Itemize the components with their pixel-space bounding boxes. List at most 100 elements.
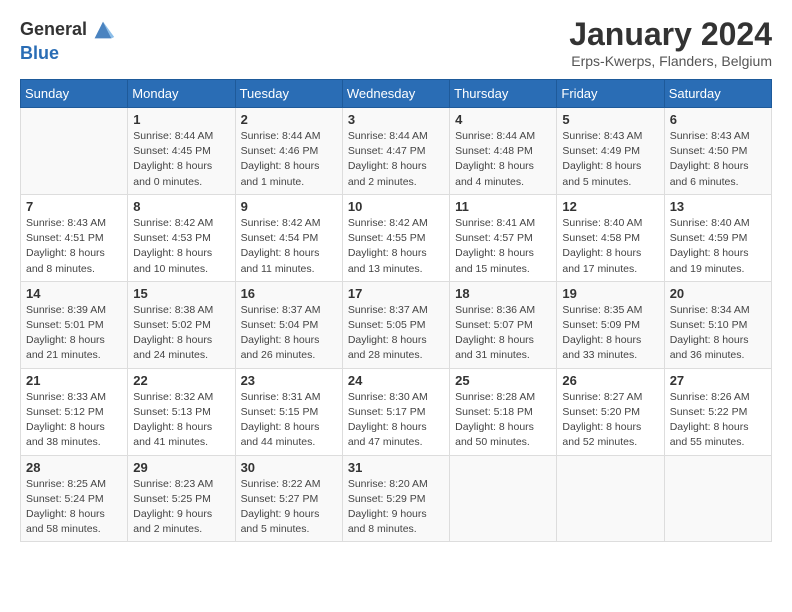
day-detail: Sunrise: 8:40 AMSunset: 4:58 PMDaylight:… [562,216,658,277]
day-detail: Sunrise: 8:44 AMSunset: 4:47 PMDaylight:… [348,129,444,190]
calendar-cell: 6 Sunrise: 8:43 AMSunset: 4:50 PMDaylight… [664,108,771,195]
day-number: 4 [455,112,551,127]
calendar-cell: 5 Sunrise: 8:43 AMSunset: 4:49 PMDaylight… [557,108,664,195]
logo: General Blue [20,16,117,64]
day-detail: Sunrise: 8:32 AMSunset: 5:13 PMDaylight:… [133,390,229,451]
logo-icon [89,16,117,44]
calendar-cell: 7 Sunrise: 8:43 AMSunset: 4:51 PMDaylight… [21,194,128,281]
day-number: 27 [670,373,766,388]
day-number: 17 [348,286,444,301]
calendar-week-1: 1 Sunrise: 8:44 AMSunset: 4:45 PMDaylight… [21,108,772,195]
calendar-cell: 18 Sunrise: 8:36 AMSunset: 5:07 PMDayligh… [450,281,557,368]
day-detail: Sunrise: 8:42 AMSunset: 4:54 PMDaylight:… [241,216,337,277]
day-number: 14 [26,286,122,301]
day-detail: Sunrise: 8:42 AMSunset: 4:55 PMDaylight:… [348,216,444,277]
weekday-header-wednesday: Wednesday [342,80,449,108]
location-subtitle: Erps-Kwerps, Flanders, Belgium [569,53,772,69]
day-detail: Sunrise: 8:43 AMSunset: 4:51 PMDaylight:… [26,216,122,277]
day-detail: Sunrise: 8:37 AMSunset: 5:04 PMDaylight:… [241,303,337,364]
day-number: 1 [133,112,229,127]
day-number: 7 [26,199,122,214]
day-detail: Sunrise: 8:35 AMSunset: 5:09 PMDaylight:… [562,303,658,364]
day-detail: Sunrise: 8:39 AMSunset: 5:01 PMDaylight:… [26,303,122,364]
day-number: 26 [562,373,658,388]
day-number: 12 [562,199,658,214]
day-detail: Sunrise: 8:26 AMSunset: 5:22 PMDaylight:… [670,390,766,451]
day-number: 6 [670,112,766,127]
day-detail: Sunrise: 8:43 AMSunset: 4:50 PMDaylight:… [670,129,766,190]
day-detail: Sunrise: 8:34 AMSunset: 5:10 PMDaylight:… [670,303,766,364]
day-detail: Sunrise: 8:44 AMSunset: 4:48 PMDaylight:… [455,129,551,190]
day-detail: Sunrise: 8:36 AMSunset: 5:07 PMDaylight:… [455,303,551,364]
day-number: 10 [348,199,444,214]
day-detail: Sunrise: 8:40 AMSunset: 4:59 PMDaylight:… [670,216,766,277]
day-number: 20 [670,286,766,301]
calendar-cell [557,455,664,542]
calendar-cell: 9Sunrise: 8:42 AMSunset: 4:54 PMDaylight… [235,194,342,281]
day-number: 2 [241,112,337,127]
calendar-table: SundayMondayTuesdayWednesdayThursdayFrid… [20,79,772,542]
calendar-cell: 11 Sunrise: 8:41 AMSunset: 4:57 PMDayligh… [450,194,557,281]
day-detail: Sunrise: 8:20 AMSunset: 5:29 PMDaylight:… [348,477,444,538]
calendar-cell [21,108,128,195]
calendar-week-5: 28 Sunrise: 8:25 AMSunset: 5:24 PMDayligh… [21,455,772,542]
day-number: 18 [455,286,551,301]
weekday-header-thursday: Thursday [450,80,557,108]
day-detail: Sunrise: 8:38 AMSunset: 5:02 PMDaylight:… [133,303,229,364]
day-detail: Sunrise: 8:27 AMSunset: 5:20 PMDaylight:… [562,390,658,451]
day-number: 11 [455,199,551,214]
day-number: 23 [241,373,337,388]
day-detail: Sunrise: 8:44 AMSunset: 4:45 PMDaylight:… [133,129,229,190]
day-number: 28 [26,460,122,475]
day-number: 5 [562,112,658,127]
calendar-cell: 15 Sunrise: 8:38 AMSunset: 5:02 PMDayligh… [128,281,235,368]
calendar-cell: 3 Sunrise: 8:44 AMSunset: 4:47 PMDaylight… [342,108,449,195]
calendar-cell: 17 Sunrise: 8:37 AMSunset: 5:05 PMDayligh… [342,281,449,368]
day-detail: Sunrise: 8:23 AMSunset: 5:25 PMDaylight:… [133,477,229,538]
calendar-cell: 8Sunrise: 8:42 AMSunset: 4:53 PMDaylight… [128,194,235,281]
calendar-cell: 29 Sunrise: 8:23 AMSunset: 5:25 PMDayligh… [128,455,235,542]
day-detail: Sunrise: 8:44 AMSunset: 4:46 PMDaylight:… [241,129,337,190]
logo-text: General [20,20,87,40]
weekday-header-saturday: Saturday [664,80,771,108]
day-number: 29 [133,460,229,475]
day-detail: Sunrise: 8:43 AMSunset: 4:49 PMDaylight:… [562,129,658,190]
day-number: 15 [133,286,229,301]
calendar-cell: 19 Sunrise: 8:35 AMSunset: 5:09 PMDayligh… [557,281,664,368]
calendar-cell: 23 Sunrise: 8:31 AMSunset: 5:15 PMDayligh… [235,368,342,455]
calendar-cell: 10 Sunrise: 8:42 AMSunset: 4:55 PMDayligh… [342,194,449,281]
day-number: 30 [241,460,337,475]
calendar-cell [664,455,771,542]
title-block: January 2024 Erps-Kwerps, Flanders, Belg… [569,16,772,69]
calendar-cell: 2 Sunrise: 8:44 AMSunset: 4:46 PMDaylight… [235,108,342,195]
calendar-cell [450,455,557,542]
logo-blue-text: Blue [20,43,59,63]
weekday-header-monday: Monday [128,80,235,108]
day-detail: Sunrise: 8:31 AMSunset: 5:15 PMDaylight:… [241,390,337,451]
calendar-week-4: 21 Sunrise: 8:33 AMSunset: 5:12 PMDayligh… [21,368,772,455]
day-number: 24 [348,373,444,388]
day-number: 3 [348,112,444,127]
weekday-header-sunday: Sunday [21,80,128,108]
day-number: 16 [241,286,337,301]
day-detail: Sunrise: 8:41 AMSunset: 4:57 PMDaylight:… [455,216,551,277]
day-number: 8 [133,199,229,214]
day-detail: Sunrise: 8:28 AMSunset: 5:18 PMDaylight:… [455,390,551,451]
calendar-cell: 13Sunrise: 8:40 AMSunset: 4:59 PMDayligh… [664,194,771,281]
calendar-cell: 12 Sunrise: 8:40 AMSunset: 4:58 PMDayligh… [557,194,664,281]
day-detail: Sunrise: 8:33 AMSunset: 5:12 PMDaylight:… [26,390,122,451]
weekday-header-row: SundayMondayTuesdayWednesdayThursdayFrid… [21,80,772,108]
day-number: 21 [26,373,122,388]
month-title: January 2024 [569,16,772,53]
calendar-cell: 28 Sunrise: 8:25 AMSunset: 5:24 PMDayligh… [21,455,128,542]
calendar-cell: 4 Sunrise: 8:44 AMSunset: 4:48 PMDaylight… [450,108,557,195]
day-detail: Sunrise: 8:30 AMSunset: 5:17 PMDaylight:… [348,390,444,451]
day-number: 19 [562,286,658,301]
calendar-cell: 20 Sunrise: 8:34 AMSunset: 5:10 PMDayligh… [664,281,771,368]
day-number: 31 [348,460,444,475]
day-detail: Sunrise: 8:37 AMSunset: 5:05 PMDaylight:… [348,303,444,364]
calendar-cell: 16 Sunrise: 8:37 AMSunset: 5:04 PMDayligh… [235,281,342,368]
calendar-cell: 25Sunrise: 8:28 AMSunset: 5:18 PMDayligh… [450,368,557,455]
day-detail: Sunrise: 8:25 AMSunset: 5:24 PMDaylight:… [26,477,122,538]
calendar-cell: 30Sunrise: 8:22 AMSunset: 5:27 PMDayligh… [235,455,342,542]
